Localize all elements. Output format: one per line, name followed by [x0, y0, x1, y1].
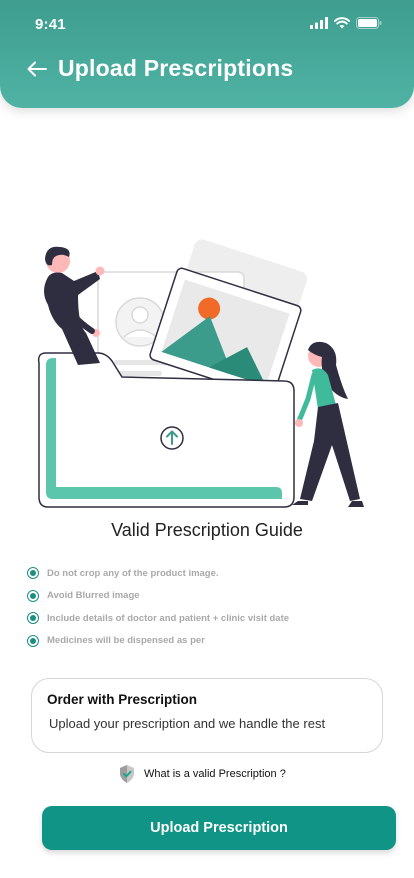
page-title: Upload Prescriptions: [58, 55, 294, 81]
upload-prescriptions-screen: 9:41 Upload Prescriptions Valid Prescrip…: [0, 0, 414, 878]
guide-item-text: Include details of doctor and patient + …: [47, 612, 290, 624]
shield-check-icon: [120, 765, 134, 783]
bullet-icon: [27, 589, 39, 602]
guide-item: Include details of doctor and patient + …: [27, 607, 397, 630]
bullet-icon: [27, 567, 39, 580]
guide-item: Do not crop any of the product image.: [27, 562, 397, 585]
valid-prescription-label: What is a valid Prescription ?: [144, 768, 286, 780]
header: 9:41 Upload Prescriptions: [0, 0, 414, 108]
guide-list: Do not crop any of the product image. Av…: [27, 562, 397, 652]
bullet-icon: [27, 634, 39, 647]
back-arrow-icon: [27, 61, 47, 77]
upload-illustration: [37, 239, 364, 508]
guide-title: Valid Prescription Guide: [111, 520, 303, 540]
back-button[interactable]: [22, 54, 52, 84]
battery-icon: [356, 17, 382, 29]
order-with-prescription-card[interactable]: Order with Prescription Upload your pres…: [31, 678, 383, 753]
upload-prescription-button[interactable]: Upload Prescription: [42, 806, 396, 850]
guide-item-text: Do not crop any of the product image.: [47, 567, 219, 579]
bullet-icon: [27, 612, 39, 625]
signal-icon: [310, 17, 328, 29]
status-icons: [310, 17, 382, 29]
wifi-icon: [334, 17, 350, 29]
guide-item-text: Avoid Blurred image: [47, 590, 140, 602]
order-card-title: Order with Prescription: [47, 692, 198, 707]
guide-item: Avoid Blurred image: [27, 585, 397, 608]
guide-item-text: Medicines will be dispensed as per: [47, 635, 205, 647]
status-time: 9:41: [35, 16, 66, 33]
valid-prescription-link[interactable]: What is a valid Prescription ?: [118, 764, 286, 784]
order-card-subtitle: Upload your prescription and we handle t…: [49, 716, 326, 731]
guide-item: Medicines will be dispensed as per: [27, 630, 397, 653]
